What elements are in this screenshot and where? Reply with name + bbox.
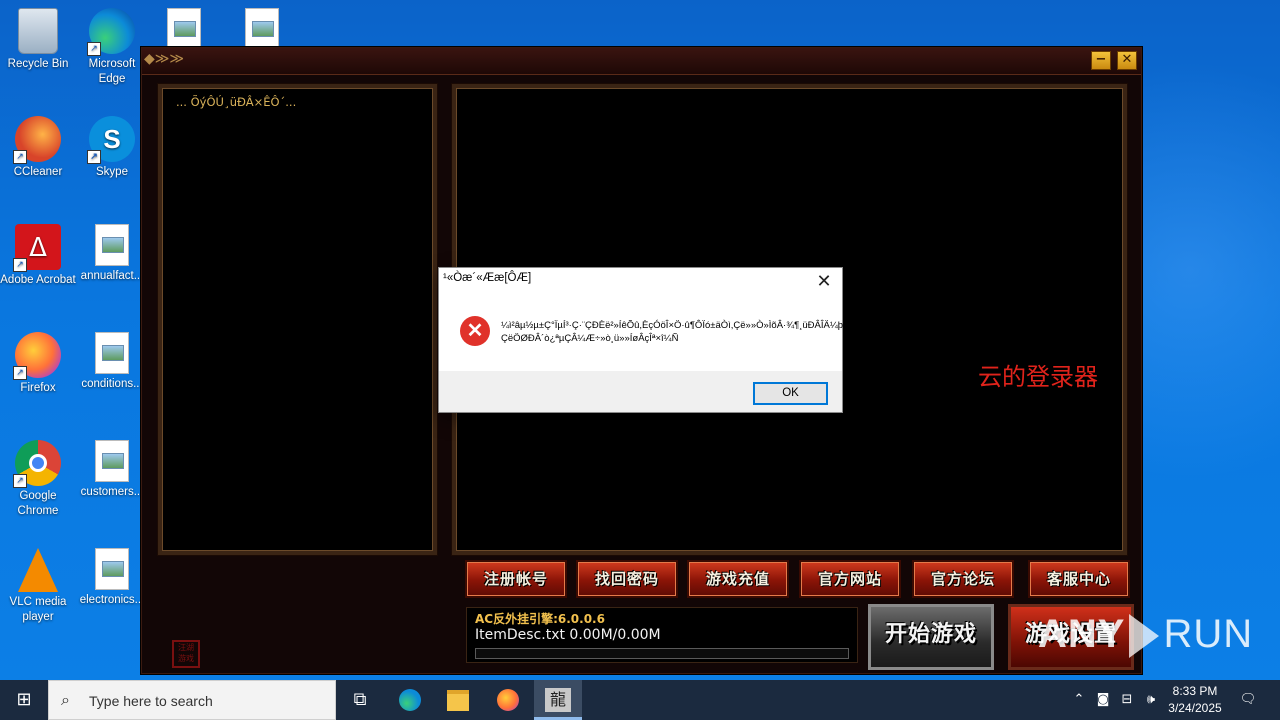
desktop-icon-google-chrome[interactable]: ↗ Google Chrome [0, 440, 76, 519]
recycle-bin-icon [18, 8, 58, 54]
anyrun-watermark: ANY RUN [1038, 612, 1254, 659]
taskbar-game-launcher-icon[interactable]: 龍 [534, 680, 582, 720]
desktop-icon-label: Adobe Acrobat [0, 274, 76, 286]
vlc-cone-icon [18, 548, 58, 592]
task-view-icon[interactable]: ⧉ [336, 680, 384, 720]
skype-icon: S ↗ [87, 116, 135, 164]
game-glyph: 龍 [545, 688, 571, 712]
anticheat-version: AC反外挂引擎:6.0.0.6 [475, 612, 605, 626]
watermark-right: RUN [1163, 612, 1254, 656]
search-box[interactable]: ⌕ Type here to search [48, 680, 336, 720]
play-icon [1129, 614, 1160, 659]
dialog-footer: OK [439, 371, 842, 412]
dialog-title: ¹«Òæ´«Ææ[ÔÆ] [443, 272, 532, 284]
customer-service-button[interactable]: 客服中心 [1028, 560, 1130, 598]
official-website-button[interactable]: 官方网站 [799, 560, 901, 598]
desktop-icon-vlc[interactable]: VLC media player [0, 548, 76, 625]
word-document-icon [167, 8, 201, 50]
desktop-icon-label: conditions... [81, 378, 143, 390]
ccleaner-icon: ↗ [13, 116, 61, 164]
watermark-left: ANY [1038, 612, 1126, 656]
windows-start-icon[interactable]: ⊞ [0, 680, 48, 720]
image-file-icon [245, 8, 279, 50]
desktop-icon-conditions[interactable]: conditions... [74, 332, 150, 392]
error-dialog: ¹«Òæ´«Ææ[ÔÆ] ✕ ✕ ¼ì²âµ½µ±Ç°ÏµÍ³·Ç·¨ÇÐÈë²… [438, 267, 846, 413]
desktop-icon-label: Microsoft Edge [88, 58, 136, 85]
desktop-icon-label: VLC media player [9, 596, 67, 623]
adobe-acrobat-icon: ᐃ ↗ [13, 224, 61, 272]
brand-text: 云的登录器 [978, 363, 1098, 391]
desktop-icon-adobe-acrobat[interactable]: ᐃ ↗ Adobe Acrobat [0, 224, 76, 288]
image-file-icon [95, 440, 129, 482]
image-file-icon [95, 224, 129, 266]
desktop-icon-recycle-bin[interactable]: Recycle Bin [0, 8, 76, 72]
close-button[interactable]: ✕ [1117, 51, 1137, 70]
seal-logo: 汪湖 游戏 [172, 640, 200, 668]
tray-device-icon[interactable]: ◙ [1092, 680, 1114, 720]
left-status-panel: ... ÕýÔÚ¸üÐÂ×ÊÔ´... [158, 84, 437, 555]
firefox-icon: ↗ [13, 332, 61, 380]
taskbar-clock[interactable]: 8:33 PM 3/24/2025 [1160, 683, 1230, 717]
error-icon: ✕ [460, 316, 490, 346]
ornament-icon: ◆≫≫ [144, 51, 185, 67]
desktop-icon-label: electronics... [79, 594, 145, 606]
download-progress-bar [475, 648, 849, 659]
game-titlebar[interactable]: ◆≫≫ − ✕ [142, 48, 1141, 75]
official-forum-button[interactable]: 官方论坛 [912, 560, 1014, 598]
register-account-button[interactable]: 注册帐号 [465, 560, 567, 598]
taskbar: ⊞ ⌕ Type here to search ⧉ 龍 ⌃ ◙ ⊟ 🕪 8:33… [0, 680, 1280, 720]
status-text: ... ÕýÔÚ¸üÐÂ×ÊÔ´... [176, 95, 297, 109]
clock-date: 3/24/2025 [1168, 701, 1222, 715]
action-center-notification-icon[interactable]: 🗨 [1236, 680, 1260, 720]
search-icon: ⌕ [61, 690, 70, 709]
desktop-icon-annualfact[interactable]: annualfact... [74, 224, 150, 284]
game-recharge-button[interactable]: 游戏充值 [687, 560, 789, 598]
taskbar-edge-icon[interactable] [386, 680, 434, 720]
search-placeholder: Type here to search [89, 693, 213, 709]
desktop-icon-label: customers... [80, 486, 144, 498]
desktop-icon-electronics[interactable]: electronics... [74, 548, 150, 608]
desktop-icon-label: annualfact... [80, 270, 144, 282]
dialog-close-button[interactable]: ✕ [812, 270, 836, 292]
desktop-icon-label: CCleaner [13, 166, 63, 178]
taskbar-file-explorer-icon[interactable] [434, 680, 482, 720]
desktop-icon-microsoft-edge[interactable]: ↗ Microsoft Edge [74, 8, 150, 87]
desktop-icon-ccleaner[interactable]: ↗ CCleaner [0, 116, 76, 180]
update-info-box: AC反外挂引擎:6.0.0.6 ItemDesc.txt 0.00M/0.00M [466, 607, 858, 663]
download-status: ItemDesc.txt 0.00M/0.00M [475, 627, 661, 643]
dialog-message: ¼ì²âµ½µ±Ç°ÏµÍ³·Ç·¨ÇÐÈë²»ÍêÕû,ÈçÓöÎ×Ö·û¶Ô… [501, 320, 846, 344]
desktop-icon-label: Google Chrome [17, 490, 59, 517]
desktop-icon-label: Recycle Bin [7, 58, 69, 70]
desktop-icon-label: Firefox [20, 382, 56, 394]
tray-network-icon[interactable]: ⊟ [1116, 680, 1138, 720]
taskbar-firefox-icon[interactable] [484, 680, 532, 720]
desktop-icon-skype[interactable]: S ↗ Skype [74, 116, 150, 180]
edge-icon: ↗ [87, 8, 135, 56]
clock-time: 8:33 PM [1172, 684, 1218, 698]
chrome-icon: ↗ [13, 440, 61, 488]
start-game-button[interactable]: 开始游戏 [868, 604, 994, 670]
tray-volume-icon[interactable]: 🕪 [1140, 680, 1162, 720]
image-file-icon [95, 332, 129, 374]
minimize-button[interactable]: − [1091, 51, 1111, 70]
desktop-icon-label: Skype [96, 166, 128, 178]
desktop-icon-customers[interactable]: customers... [74, 440, 150, 500]
image-file-icon [95, 548, 129, 590]
recover-password-button[interactable]: 找回密码 [576, 560, 678, 598]
ok-button[interactable]: OK [753, 382, 828, 405]
desktop-icon-firefox[interactable]: ↗ Firefox [0, 332, 76, 396]
tray-chevron-up-icon[interactable]: ⌃ [1068, 680, 1090, 720]
